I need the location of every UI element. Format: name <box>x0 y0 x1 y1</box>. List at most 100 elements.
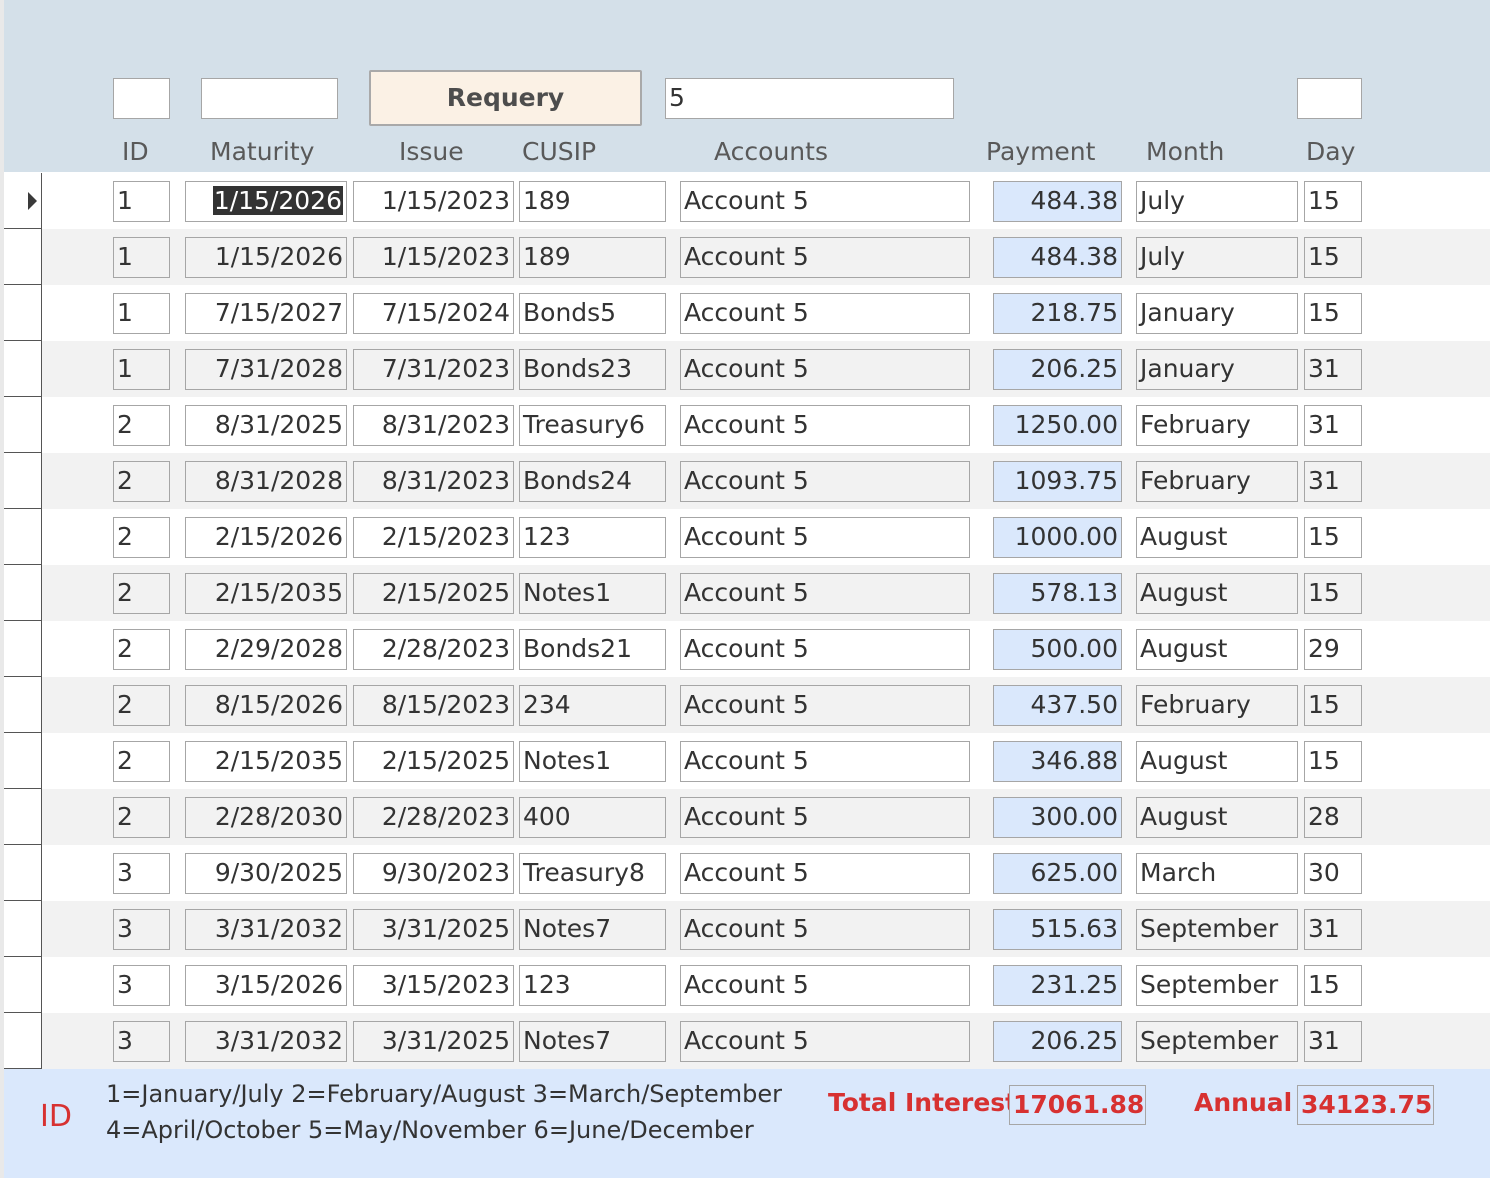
day-field[interactable]: 28 <box>1304 797 1362 838</box>
record-selector[interactable] <box>4 957 42 1013</box>
maturity-field[interactable]: 3/31/2032 <box>185 1021 347 1062</box>
cusip-field[interactable]: 234 <box>519 685 666 726</box>
issue-field[interactable]: 7/31/2023 <box>353 349 514 390</box>
month-field[interactable]: July <box>1136 237 1298 278</box>
record-selector[interactable] <box>4 733 42 789</box>
month-field[interactable]: March <box>1136 853 1298 894</box>
account-field[interactable]: Account 5 <box>680 853 970 894</box>
account-field[interactable]: Account 5 <box>680 965 970 1006</box>
id-field[interactable]: 2 <box>113 629 170 670</box>
payment-field[interactable]: 500.00 <box>993 629 1122 670</box>
maturity-field[interactable]: 2/15/2026 <box>185 517 347 558</box>
payment-field[interactable]: 1250.00 <box>993 405 1122 446</box>
cusip-field[interactable]: Bonds21 <box>519 629 666 670</box>
requery-button[interactable]: Requery <box>369 70 642 126</box>
cusip-field[interactable]: 189 <box>519 237 666 278</box>
record-selector[interactable] <box>4 901 42 957</box>
month-field[interactable]: February <box>1136 405 1298 446</box>
id-field[interactable]: 2 <box>113 405 170 446</box>
account-field[interactable]: Account 5 <box>680 685 970 726</box>
maturity-field[interactable]: 7/31/2028 <box>185 349 347 390</box>
record-selector[interactable] <box>4 789 42 845</box>
issue-field[interactable]: 3/31/2025 <box>353 1021 514 1062</box>
payment-field[interactable]: 206.25 <box>993 1021 1122 1062</box>
month-field[interactable]: August <box>1136 797 1298 838</box>
day-filter-input[interactable] <box>1297 78 1362 119</box>
record-selector[interactable] <box>4 1013 42 1069</box>
day-field[interactable]: 15 <box>1304 181 1362 222</box>
issue-field[interactable]: 9/30/2023 <box>353 853 514 894</box>
month-field[interactable]: February <box>1136 461 1298 502</box>
id-field[interactable]: 3 <box>113 853 170 894</box>
payment-field[interactable]: 515.63 <box>993 909 1122 950</box>
maturity-field[interactable]: 7/15/2027 <box>185 293 347 334</box>
id-field[interactable]: 1 <box>113 237 170 278</box>
payment-field[interactable]: 625.00 <box>993 853 1122 894</box>
issue-field[interactable]: 3/31/2025 <box>353 909 514 950</box>
maturity-field[interactable]: 8/31/2025 <box>185 405 347 446</box>
id-field[interactable]: 3 <box>113 909 170 950</box>
id-field[interactable]: 1 <box>113 181 170 222</box>
maturity-field[interactable]: 8/31/2028 <box>185 461 347 502</box>
account-field[interactable]: Account 5 <box>680 573 970 614</box>
payment-field[interactable]: 437.50 <box>993 685 1122 726</box>
day-field[interactable]: 31 <box>1304 461 1362 502</box>
month-field[interactable]: September <box>1136 965 1298 1006</box>
maturity-field[interactable]: 9/30/2025 <box>185 853 347 894</box>
account-field[interactable]: Account 5 <box>680 797 970 838</box>
id-field[interactable]: 2 <box>113 573 170 614</box>
issue-field[interactable]: 3/15/2023 <box>353 965 514 1006</box>
issue-field[interactable]: 1/15/2023 <box>353 181 514 222</box>
day-field[interactable]: 31 <box>1304 349 1362 390</box>
cusip-field[interactable]: 123 <box>519 517 666 558</box>
maturity-field[interactable]: 3/31/2032 <box>185 909 347 950</box>
day-field[interactable]: 15 <box>1304 517 1362 558</box>
maturity-field[interactable]: 2/15/2035 <box>185 741 347 782</box>
account-field[interactable]: Account 5 <box>680 741 970 782</box>
day-field[interactable]: 15 <box>1304 293 1362 334</box>
maturity-filter-input[interactable] <box>201 78 338 119</box>
issue-field[interactable]: 8/31/2023 <box>353 405 514 446</box>
month-field[interactable]: February <box>1136 685 1298 726</box>
record-selector[interactable] <box>4 621 42 677</box>
account-field[interactable]: Account 5 <box>680 237 970 278</box>
payment-field[interactable]: 1000.00 <box>993 517 1122 558</box>
maturity-field[interactable]: 2/28/2030 <box>185 797 347 838</box>
payment-field[interactable]: 484.38 <box>993 181 1122 222</box>
day-field[interactable]: 29 <box>1304 629 1362 670</box>
month-field[interactable]: July <box>1136 181 1298 222</box>
issue-field[interactable]: 2/15/2023 <box>353 517 514 558</box>
account-field[interactable]: Account 5 <box>680 181 970 222</box>
cusip-field[interactable]: Notes1 <box>519 741 666 782</box>
month-field[interactable]: September <box>1136 909 1298 950</box>
account-field[interactable]: Account 5 <box>680 293 970 334</box>
month-field[interactable]: August <box>1136 517 1298 558</box>
id-field[interactable]: 3 <box>113 1021 170 1062</box>
maturity-field[interactable]: 2/29/2028 <box>185 629 347 670</box>
month-field[interactable]: September <box>1136 1021 1298 1062</box>
id-filter-input[interactable] <box>113 78 170 119</box>
day-field[interactable]: 30 <box>1304 853 1362 894</box>
cusip-field[interactable]: Bonds5 <box>519 293 666 334</box>
record-selector[interactable] <box>4 341 42 397</box>
account-field[interactable]: Account 5 <box>680 1021 970 1062</box>
payment-field[interactable]: 300.00 <box>993 797 1122 838</box>
cusip-field[interactable]: Notes1 <box>519 573 666 614</box>
cusip-field[interactable]: Treasury6 <box>519 405 666 446</box>
account-field[interactable]: Account 5 <box>680 517 970 558</box>
issue-field[interactable]: 8/15/2023 <box>353 685 514 726</box>
account-field[interactable]: Account 5 <box>680 629 970 670</box>
account-field[interactable]: Account 5 <box>680 909 970 950</box>
record-selector[interactable] <box>4 285 42 341</box>
issue-field[interactable]: 1/15/2023 <box>353 237 514 278</box>
month-field[interactable]: January <box>1136 349 1298 390</box>
record-selector[interactable] <box>4 845 42 901</box>
cusip-field[interactable]: Treasury8 <box>519 853 666 894</box>
record-selector[interactable] <box>4 677 42 733</box>
cusip-field[interactable]: Bonds24 <box>519 461 666 502</box>
id-field[interactable]: 2 <box>113 685 170 726</box>
id-field[interactable]: 1 <box>113 293 170 334</box>
maturity-field[interactable]: 3/15/2026 <box>185 965 347 1006</box>
maturity-field[interactable]: 1/15/2026 <box>185 181 347 222</box>
issue-field[interactable]: 8/31/2023 <box>353 461 514 502</box>
